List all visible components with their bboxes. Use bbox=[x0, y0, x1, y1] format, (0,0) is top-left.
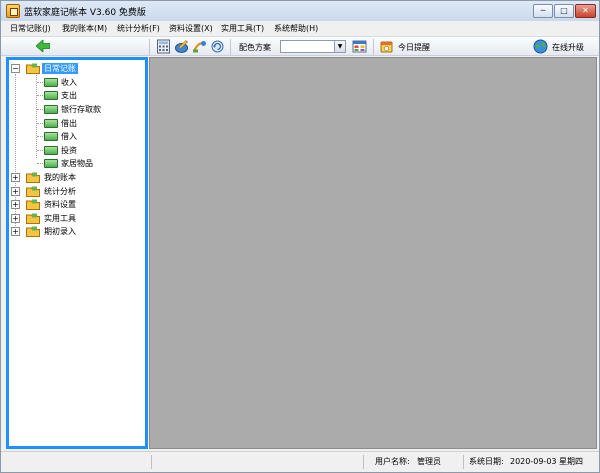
menu-tools[interactable]: 实用工具(T) bbox=[221, 23, 264, 34]
tree-node-label: 支出 bbox=[61, 91, 77, 100]
tree-node-label: 收入 bbox=[61, 78, 77, 87]
ledger-icon bbox=[44, 132, 58, 141]
tree-node-daily-accounting[interactable]: − 日常记账 bbox=[11, 62, 145, 75]
expand-toggle[interactable]: + bbox=[11, 173, 20, 182]
menu-statistics[interactable]: 统计分析(F) bbox=[117, 23, 160, 34]
app-logo-icon bbox=[6, 4, 20, 18]
folder-icon bbox=[26, 172, 40, 183]
tree-connector bbox=[37, 163, 43, 164]
tree-node-my-ledger[interactable]: + 我的账本 bbox=[11, 171, 145, 184]
weekday-value: 星期四 bbox=[559, 457, 583, 466]
user-name-value: 管理员 bbox=[417, 457, 441, 466]
color-scheme-select[interactable]: ▼ bbox=[280, 40, 346, 53]
ledger-icon bbox=[44, 119, 58, 128]
tree-node-label: 实用工具 bbox=[44, 214, 76, 223]
status-bar: 用户名称: 管理员 系统日期: 2020-09-03 星期四 bbox=[1, 451, 599, 472]
menu-settings[interactable]: 资料设置(X) bbox=[169, 23, 213, 34]
tree-node-label: 统计分析 bbox=[44, 187, 76, 196]
menu-daily-accounting[interactable]: 日常记账(J) bbox=[10, 23, 51, 34]
tree-connector bbox=[37, 123, 43, 124]
menu-help[interactable]: 系统帮助(H) bbox=[274, 23, 318, 34]
window-title: 蓝软家庭记帐本 V3.60 免费版 bbox=[24, 8, 146, 18]
folder-icon bbox=[26, 186, 40, 197]
tree-node-borrow[interactable]: 借入 bbox=[11, 130, 145, 143]
tree-node-income[interactable]: 收入 bbox=[11, 76, 145, 89]
tree-node-label: 家居物品 bbox=[61, 159, 93, 168]
tree-connector bbox=[37, 82, 43, 83]
tree-node-bank[interactable]: 银行存取款 bbox=[11, 103, 145, 116]
user-name-label: 用户名称: bbox=[375, 457, 410, 466]
tree-node-lend[interactable]: 借出 bbox=[11, 117, 145, 130]
folder-icon bbox=[26, 63, 40, 74]
tree-node-label: 银行存取款 bbox=[61, 105, 101, 114]
tree-node-label: 投资 bbox=[61, 146, 77, 155]
color-scheme-label: 配色方案 bbox=[239, 43, 271, 52]
app-window: 蓝软家庭记帐本 V3.60 免费版 ─ □ ✕ 日常记账(J) 我的账本(M) … bbox=[0, 0, 600, 473]
tree-node-expense[interactable]: 支出 bbox=[11, 89, 145, 102]
tree-node-opening-entry[interactable]: + 期初录入 bbox=[11, 225, 145, 238]
refresh-icon[interactable] bbox=[210, 39, 225, 54]
tree-connector bbox=[37, 95, 43, 96]
expand-toggle[interactable]: + bbox=[11, 227, 20, 236]
toolbar-separator bbox=[373, 39, 374, 55]
menu-my-ledger[interactable]: 我的账本(M) bbox=[62, 23, 107, 34]
toolbar: 配色方案 ▼ 今日提醒 在线升级 bbox=[1, 36, 599, 56]
transfer-icon[interactable] bbox=[192, 39, 207, 54]
main-content-area bbox=[149, 57, 597, 449]
folder-icon bbox=[26, 226, 40, 237]
tree-node-household[interactable]: 家居物品 bbox=[11, 157, 145, 170]
close-button[interactable]: ✕ bbox=[575, 4, 596, 18]
status-divider bbox=[151, 455, 152, 469]
calculator-icon[interactable] bbox=[156, 39, 171, 54]
folder-icon bbox=[26, 213, 40, 224]
tree-connector bbox=[37, 150, 43, 151]
toolbar-separator bbox=[230, 39, 231, 55]
globe-icon[interactable] bbox=[533, 39, 548, 54]
status-divider bbox=[463, 455, 464, 469]
navigation-tree[interactable]: − 日常记账 收入 支出 银行存取款 借出 借入 投资 家居物品 + 我的账本 … bbox=[6, 57, 148, 449]
tree-node-settings[interactable]: + 资料设置 bbox=[11, 198, 145, 211]
tree-node-label: 日常记账 bbox=[42, 63, 78, 74]
tree-connector bbox=[37, 109, 43, 110]
ledger-icon bbox=[44, 78, 58, 87]
tree-node-label: 借出 bbox=[61, 119, 77, 128]
maximize-button[interactable]: □ bbox=[554, 4, 574, 18]
collapse-toggle[interactable]: − bbox=[11, 64, 20, 73]
system-date-value: 2020-09-03 bbox=[510, 457, 557, 466]
tree-node-tools[interactable]: + 实用工具 bbox=[11, 212, 145, 225]
ledger-icon bbox=[44, 105, 58, 114]
palette-icon[interactable] bbox=[352, 39, 367, 54]
chevron-down-icon[interactable]: ▼ bbox=[334, 41, 345, 52]
tree-node-statistics[interactable]: + 统计分析 bbox=[11, 185, 145, 198]
reminder-icon[interactable] bbox=[379, 39, 394, 54]
expand-toggle[interactable]: + bbox=[11, 200, 20, 209]
expand-toggle[interactable]: + bbox=[11, 187, 20, 196]
ledger-icon bbox=[44, 146, 58, 155]
tree-node-investment[interactable]: 投资 bbox=[11, 144, 145, 157]
today-reminder-button[interactable]: 今日提醒 bbox=[398, 42, 430, 53]
online-upgrade-button[interactable]: 在线升级 bbox=[552, 42, 584, 53]
minimize-button[interactable]: ─ bbox=[533, 4, 553, 18]
title-bar[interactable]: 蓝软家庭记帐本 V3.60 免费版 ─ □ ✕ bbox=[1, 1, 599, 21]
ledger-icon bbox=[44, 159, 58, 168]
expand-toggle[interactable]: + bbox=[11, 214, 20, 223]
back-arrow-icon[interactable] bbox=[36, 40, 50, 52]
status-divider bbox=[363, 455, 364, 469]
toolbar-separator bbox=[149, 39, 150, 55]
edit-icon[interactable] bbox=[174, 39, 189, 54]
tree-connector bbox=[37, 136, 43, 137]
ledger-icon bbox=[44, 91, 58, 100]
tree-node-label: 借入 bbox=[61, 132, 77, 141]
tree-node-label: 资料设置 bbox=[44, 200, 76, 209]
system-date-label: 系统日期: bbox=[469, 457, 504, 466]
menu-bar: 日常记账(J) 我的账本(M) 统计分析(F) 资料设置(X) 实用工具(T) … bbox=[1, 21, 599, 36]
tree-node-label: 我的账本 bbox=[44, 173, 76, 182]
tree-node-label: 期初录入 bbox=[44, 227, 76, 236]
folder-icon bbox=[26, 199, 40, 210]
